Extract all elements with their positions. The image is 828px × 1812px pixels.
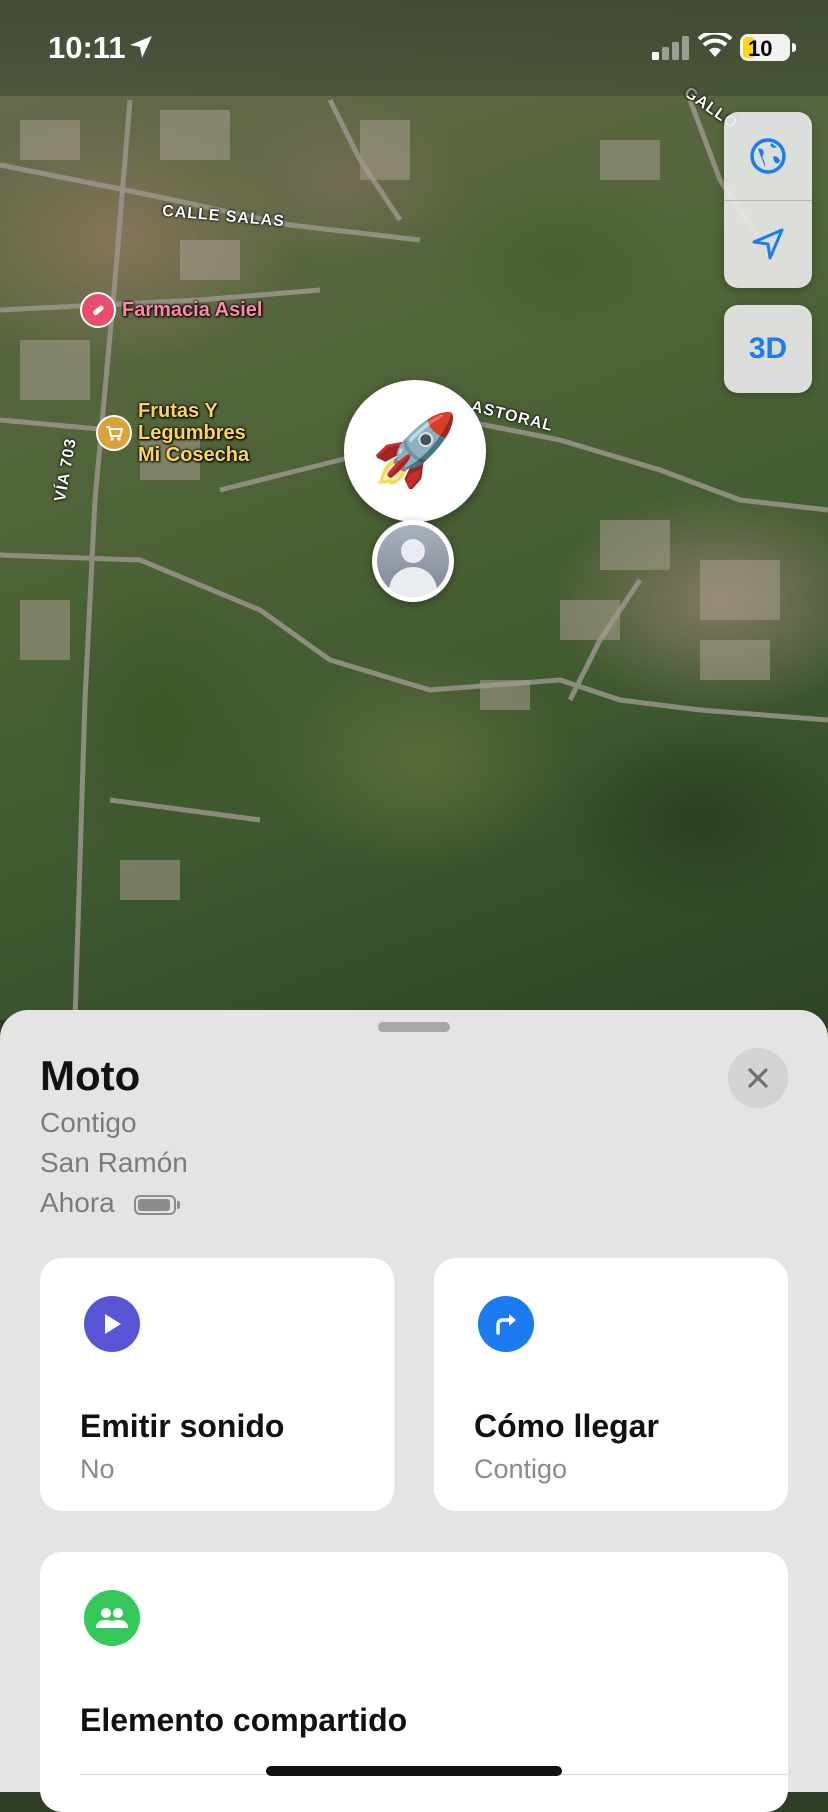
card-title: Emitir sonido: [80, 1408, 285, 1444]
wifi-icon: [698, 33, 732, 57]
battery-cap: [792, 43, 796, 52]
person-icon: [377, 525, 449, 597]
user-avatar[interactable]: [372, 520, 454, 602]
item-last-seen: Ahora: [40, 1187, 115, 1218]
location-arrow-icon: [752, 228, 784, 260]
battery-level: 10: [748, 36, 773, 61]
item-owner: Contigo: [40, 1107, 137, 1138]
3d-toggle-button[interactable]: 3D: [724, 305, 812, 393]
poi-label: Farmacia Asiel: [122, 299, 263, 321]
map-mode-button[interactable]: [724, 112, 812, 200]
directions-card[interactable]: Cómo llegar Contigo: [434, 1258, 788, 1511]
card-title: Cómo llegar: [474, 1408, 659, 1444]
pharmacy-icon: [80, 292, 116, 328]
poi-farmacia-asiel[interactable]: Farmacia Asiel: [80, 292, 262, 328]
status-time: 10:11: [48, 30, 126, 65]
sheet-grabber[interactable]: [378, 1022, 450, 1032]
item-location-pin[interactable]: 🚀: [344, 380, 486, 522]
directions-arrow-icon: [478, 1296, 534, 1352]
home-indicator: [266, 1766, 562, 1776]
item-detail-sheet: Moto Contigo San Ramón Ahora Emitir soni…: [0, 1010, 828, 1812]
play-icon: [84, 1296, 140, 1352]
item-location: San Ramón: [40, 1147, 188, 1178]
close-button[interactable]: [728, 1048, 788, 1108]
rocket-icon: 🚀: [371, 411, 459, 489]
location-services-icon: [130, 36, 152, 58]
people-icon: [84, 1590, 140, 1646]
shopping-cart-icon: [96, 415, 132, 451]
status-bar: 10:11 10: [0, 0, 828, 96]
play-sound-card[interactable]: Emitir sonido No: [40, 1258, 394, 1511]
item-name: Moto: [40, 1052, 141, 1099]
card-subtitle: Contigo: [474, 1454, 568, 1484]
item-battery-icon: [134, 1195, 180, 1215]
card-subtitle: No: [80, 1454, 115, 1484]
battery-icon: 10: [740, 34, 796, 61]
poi-label: Frutas Y Legumbres Mi Cosecha: [138, 400, 250, 466]
poi-frutas-legumbres[interactable]: Frutas Y Legumbres Mi Cosecha: [96, 400, 249, 466]
map-controls-group: [724, 112, 812, 288]
map-view[interactable]: CALLE SALAS VÍA 703 ASTORAL GALLO Farmac…: [0, 0, 828, 1020]
globe-icon: [750, 138, 786, 174]
close-icon: [748, 1068, 768, 1088]
cellular-signal-icon: [652, 36, 689, 60]
current-location-button[interactable]: [724, 200, 812, 288]
card-title: Elemento compartido: [80, 1702, 408, 1738]
